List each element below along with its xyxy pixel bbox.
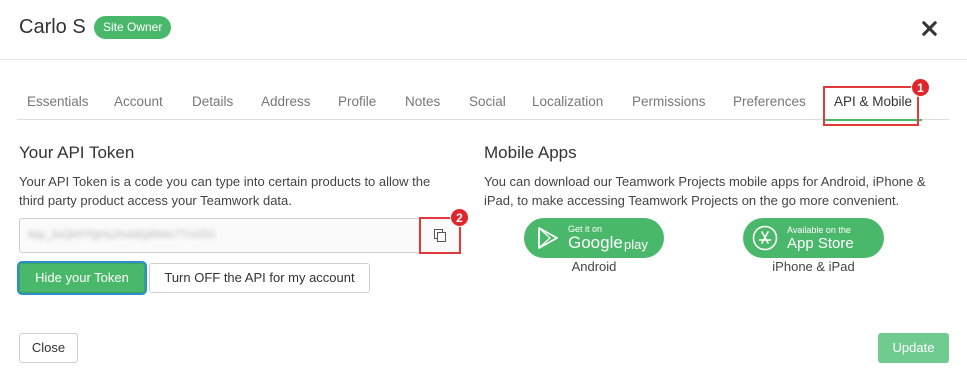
highlight-box-tab [823, 86, 919, 126]
app-store-button[interactable]: Available on the App Store [743, 218, 884, 258]
mobile-apps-title: Mobile Apps [484, 143, 577, 162]
tab-permissions[interactable]: Permissions [622, 84, 716, 120]
mobile-apps-description: You can download our Teamwork Projects m… [484, 174, 926, 208]
android-caption: Android [571, 259, 617, 274]
update-button[interactable]: Update [878, 333, 949, 363]
tab-essentials[interactable]: Essentials [17, 84, 99, 120]
api-token-description: Your API Token is a code you can type in… [19, 174, 431, 208]
site-owner-badge: Site Owner [94, 16, 172, 39]
turn-off-api-button[interactable]: Turn OFF the API for my account [149, 263, 370, 293]
close-icon[interactable] [918, 17, 942, 41]
tab-address[interactable]: Address [251, 84, 321, 120]
app-store-icon [752, 225, 778, 251]
hide-token-button[interactable]: Hide your Token [19, 263, 145, 293]
tab-account[interactable]: Account [104, 84, 173, 120]
dialog-header: Carlo S Site Owner [0, 0, 967, 60]
iphone-ipad-caption: iPhone & iPad [772, 259, 855, 274]
user-name: Carlo S [19, 16, 86, 38]
google-play-button[interactable]: Get it on Google play [524, 218, 664, 258]
marker-number-1: 1 [911, 78, 930, 97]
tab-details[interactable]: Details [182, 84, 243, 120]
tab-preferences[interactable]: Preferences [723, 84, 816, 120]
api-token-title: Your API Token [19, 143, 135, 162]
google-play-suffix-text: play [624, 237, 648, 252]
api-token-field[interactable]: twp_3xQk5TfgHy2hvbEjd9Wc7TnX5G [19, 218, 460, 253]
tab-notes[interactable]: Notes [395, 84, 450, 120]
tab-social[interactable]: Social [459, 84, 516, 120]
app-store-big-text: App Store [787, 235, 854, 252]
marker-number-2: 2 [450, 208, 469, 227]
google-play-icon [538, 227, 558, 249]
tab-bar: Essentials Account Details Address Profi… [17, 84, 949, 121]
google-play-big-text: Google [568, 233, 623, 252]
tab-profile[interactable]: Profile [328, 84, 386, 120]
close-button[interactable]: Close [19, 333, 78, 363]
app-store-small-text: Available on the [787, 225, 851, 235]
tab-localization[interactable]: Localization [522, 84, 613, 120]
api-token-value: twp_3xQk5TfgHy2hvbEjd9Wc7TnX5G [28, 229, 216, 241]
